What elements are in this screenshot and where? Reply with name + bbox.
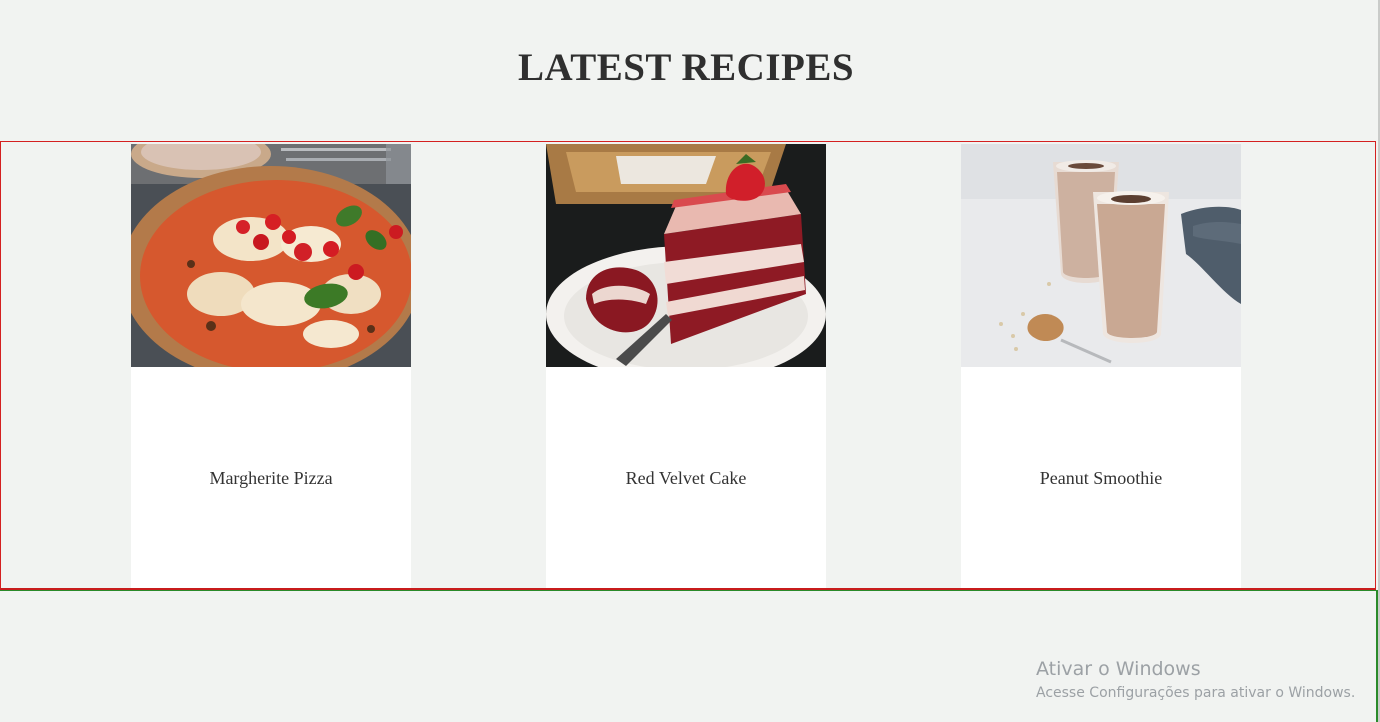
recipes-container: Margherite Pizza Red Velvet Cake Peanut …: [0, 141, 1376, 590]
pizza-photo[interactable]: [131, 144, 411, 367]
windows-activation-watermark: Ativar o Windows Acesse Configurações pa…: [1036, 657, 1355, 703]
page: LATEST RECIPES Margherite Pizza Red Velv…: [0, 0, 1380, 722]
smoothie-photo[interactable]: [961, 144, 1241, 367]
recipe-name[interactable]: Peanut Smoothie: [961, 468, 1241, 489]
watermark-subtitle: Acesse Configurações para ativar o Windo…: [1036, 685, 1356, 701]
recipe-card-smoothie[interactable]: Peanut Smoothie: [961, 144, 1241, 588]
section-title: LATEST RECIPES: [517, 46, 855, 89]
recipe-card-pizza[interactable]: Margherite Pizza: [131, 144, 411, 588]
recipe-name[interactable]: Red Velvet Cake: [546, 468, 826, 489]
cake-photo[interactable]: [546, 144, 826, 367]
recipe-name[interactable]: Margherite Pizza: [131, 468, 411, 489]
recipe-card-cake[interactable]: Red Velvet Cake: [546, 144, 826, 588]
footer-outline-top: [0, 590, 1378, 591]
watermark-title: Ativar o Windows: [1036, 658, 1201, 680]
